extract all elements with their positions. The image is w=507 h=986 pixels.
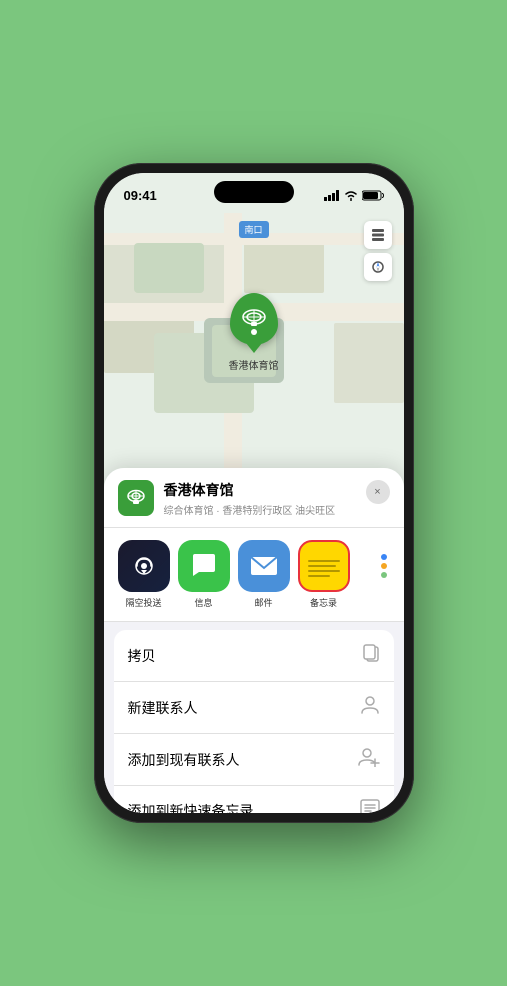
location-info: 香港体育馆 综合体育馆 · 香港特别行政区 油尖旺区: [164, 480, 356, 517]
location-header: 香港体育馆 综合体育馆 · 香港特别行政区 油尖旺区 ×: [104, 468, 404, 528]
copy-icon: [362, 643, 380, 668]
map-controls: [364, 221, 392, 285]
dot-blue: [381, 554, 387, 560]
map-layers-button[interactable]: [364, 221, 392, 249]
action-quick-note[interactable]: 添加到新快速备忘录: [114, 786, 394, 813]
map-area: 南口 香港体育馆: [104, 173, 404, 513]
new-contact-icon: [360, 695, 380, 720]
map-marker: 香港体育馆: [229, 293, 279, 372]
status-icons: [324, 190, 384, 201]
map-label: 南口: [238, 221, 268, 238]
action-list: 拷贝 新建联系人: [114, 630, 394, 813]
dynamic-island: [214, 181, 294, 203]
bottom-sheet: 香港体育馆 综合体育馆 · 香港特别行政区 油尖旺区 ×: [104, 468, 404, 813]
phone-screen: 09:41: [104, 173, 404, 813]
share-item-notes[interactable]: 备忘录: [298, 540, 350, 609]
dot-green: [381, 572, 387, 578]
notes-lines: [302, 552, 346, 581]
location-icon: [118, 480, 154, 516]
airdrop-label: 隔空投送: [125, 596, 161, 609]
airdrop-icon: [118, 540, 170, 592]
share-item-mail[interactable]: 邮件: [238, 540, 290, 609]
action-new-contact-label: 新建联系人: [128, 698, 198, 718]
messages-symbol: [189, 552, 219, 580]
action-add-contact-label: 添加到现有联系人: [128, 750, 240, 770]
action-new-contact[interactable]: 新建联系人: [114, 682, 394, 734]
mail-symbol: [249, 554, 279, 578]
mail-icon: [238, 540, 290, 592]
dot-orange: [381, 563, 387, 569]
signal-icon: [324, 190, 340, 201]
close-button[interactable]: ×: [366, 480, 390, 504]
location-name: 香港体育馆: [164, 480, 356, 500]
location-button[interactable]: [364, 253, 392, 281]
airdrop-symbol: [130, 552, 158, 580]
notes-icon: [298, 540, 350, 592]
mail-label: 邮件: [254, 596, 272, 609]
layers-icon: [370, 227, 386, 243]
wifi-icon: [344, 190, 358, 201]
share-item-airdrop[interactable]: 隔空投送: [118, 540, 170, 609]
phone-frame: 09:41: [94, 163, 414, 823]
more-icon: [358, 540, 404, 592]
battery-icon: [362, 190, 384, 201]
map-background: 南口 香港体育馆: [104, 173, 404, 513]
share-item-more[interactable]: [358, 540, 404, 592]
add-contact-symbol: [358, 747, 380, 767]
action-quick-note-label: 添加到新快速备忘录: [128, 801, 254, 814]
quick-note-icon: [360, 799, 380, 813]
copy-symbol: [362, 643, 380, 663]
action-add-contact[interactable]: 添加到现有联系人: [114, 734, 394, 786]
messages-label: 信息: [194, 596, 212, 609]
marker-label: 香港体育馆: [229, 357, 279, 372]
action-copy[interactable]: 拷贝: [114, 630, 394, 682]
messages-icon: [178, 540, 230, 592]
contact-symbol: [360, 695, 380, 715]
action-copy-label: 拷贝: [128, 646, 156, 666]
stadium-icon: [241, 308, 267, 330]
note-symbol: [360, 799, 380, 813]
share-item-messages[interactable]: 信息: [178, 540, 230, 609]
marker-pin: [230, 293, 278, 345]
notes-label: 备忘录: [310, 596, 337, 609]
share-row: 隔空投送 信息: [104, 528, 404, 622]
compass-icon: [371, 260, 385, 274]
location-description: 综合体育馆 · 香港特别行政区 油尖旺区: [164, 502, 356, 517]
status-time: 09:41: [124, 188, 157, 203]
add-contact-icon: [358, 747, 380, 772]
venue-icon: [125, 487, 147, 509]
